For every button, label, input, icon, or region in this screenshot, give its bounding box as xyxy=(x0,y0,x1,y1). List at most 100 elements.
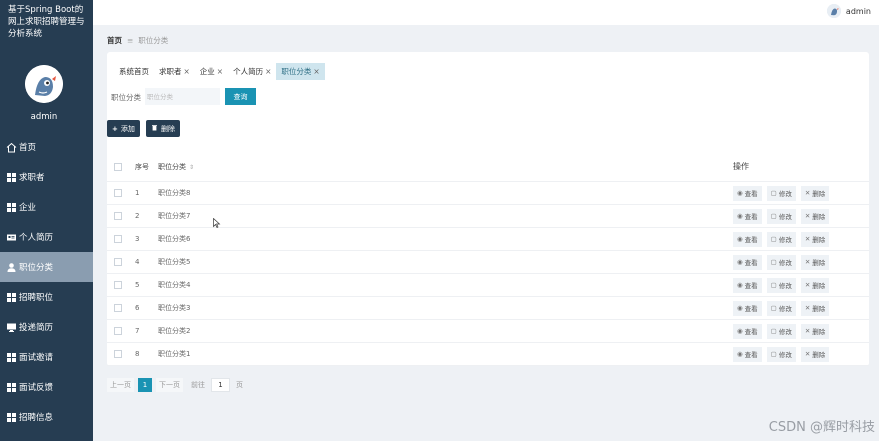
view-label: 查看 xyxy=(744,282,758,290)
grid-icon xyxy=(6,352,17,363)
delete-row-button[interactable]: ✕ 删除 xyxy=(800,323,830,339)
header-ops: 操作 xyxy=(733,162,749,171)
view-button[interactable]: ◉ 查看 xyxy=(733,346,762,362)
sidebar-item-companies[interactable]: 企业 xyxy=(0,192,93,222)
close-icon[interactable]: × xyxy=(265,67,271,76)
row-checkbox[interactable] xyxy=(114,304,122,312)
delete-row-button[interactable]: ✕ 删除 xyxy=(800,231,830,247)
view-button[interactable]: ◉ 查看 xyxy=(733,185,762,201)
tab-label: 职位分类 xyxy=(281,67,312,76)
edit-icon: ▢ xyxy=(770,350,777,358)
sidebar-menu: 首页 求职者 企业 个人简历 职位分类 招聘职位 投递简历 面试邀请 面试反馈 … xyxy=(0,132,93,432)
tab-label: 求职者 xyxy=(159,67,182,76)
sidebar-item-resumes[interactable]: 个人简历 xyxy=(0,222,93,252)
view-button[interactable]: ◉ 查看 xyxy=(733,277,762,293)
row-checkbox[interactable] xyxy=(114,327,122,335)
row-index: 5 xyxy=(135,281,140,289)
edit-icon: ▢ xyxy=(770,212,777,220)
edit-button[interactable]: ▢ 修改 xyxy=(766,300,796,316)
sidebar-item-recruit-info[interactable]: 招聘信息 xyxy=(0,402,93,432)
delete-row-button[interactable]: ✕ 删除 xyxy=(800,346,830,362)
view-label: 查看 xyxy=(744,236,758,244)
sidebar-item-interview-feedback[interactable]: 面试反馈 xyxy=(0,372,93,402)
main-panel: 系统首页 求职者 × 企业 × 个人简历 × 职位分类 × 职位分类 查询 + … xyxy=(107,52,869,366)
edit-label: 修改 xyxy=(778,328,792,336)
search-button[interactable]: 查询 xyxy=(225,88,256,105)
sidebar-item-home[interactable]: 首页 xyxy=(0,132,93,162)
grid-icon xyxy=(6,292,17,303)
header-index: 序号 xyxy=(135,162,149,171)
sort-icon[interactable]: ⇕ xyxy=(189,164,194,171)
header-user-menu[interactable]: admin xyxy=(826,4,871,18)
add-button[interactable]: + 添加 xyxy=(107,120,140,137)
row-checkbox[interactable] xyxy=(114,212,122,220)
delete-row-button[interactable]: ✕ 删除 xyxy=(800,300,830,316)
edit-button[interactable]: ▢ 修改 xyxy=(766,185,796,201)
sidebar-item-submitted-resumes[interactable]: 投递简历 xyxy=(0,312,93,342)
header-name[interactable]: 职位分类 ⇕ xyxy=(153,162,733,172)
row-name: 职位分类4 xyxy=(158,281,191,289)
view-button[interactable]: ◉ 查看 xyxy=(733,323,762,339)
edit-button[interactable]: ▢ 修改 xyxy=(766,208,796,224)
select-all-checkbox[interactable] xyxy=(114,162,122,171)
tab-label: 企业 xyxy=(199,67,215,76)
grid-icon xyxy=(6,412,17,423)
page-1-button[interactable]: 1 xyxy=(138,378,152,392)
row-checkbox[interactable] xyxy=(114,189,122,197)
tab-job-categories[interactable]: 职位分类 × xyxy=(276,63,325,80)
sidebar-item-interview-invites[interactable]: 面试邀请 xyxy=(0,342,93,372)
tab-job-seekers[interactable]: 求职者 × xyxy=(154,63,195,80)
view-label: 查看 xyxy=(744,190,758,198)
edit-button[interactable]: ▢ 修改 xyxy=(766,277,796,293)
delete-row-button[interactable]: ✕ 删除 xyxy=(800,185,830,201)
eye-icon: ◉ xyxy=(737,189,743,197)
edit-button[interactable]: ▢ 修改 xyxy=(766,323,796,339)
view-label: 查看 xyxy=(744,305,758,313)
view-label: 查看 xyxy=(744,328,758,336)
home-icon xyxy=(6,142,17,153)
row-checkbox[interactable] xyxy=(114,235,122,243)
search-input[interactable] xyxy=(145,88,220,105)
view-button[interactable]: ◉ 查看 xyxy=(733,231,762,247)
close-icon: ✕ xyxy=(804,350,811,358)
grid-icon xyxy=(6,172,17,183)
sidebar-item-label: 招聘信息 xyxy=(19,413,54,423)
edit-label: 修改 xyxy=(778,213,792,221)
tab-companies[interactable]: 企业 × xyxy=(195,63,228,80)
tab-system-home[interactable]: 系统首页 xyxy=(114,63,154,80)
goto-page-input[interactable] xyxy=(211,378,230,392)
next-page-button[interactable]: 下一页 xyxy=(156,378,183,392)
delete-row-button[interactable]: ✕ 删除 xyxy=(800,277,830,293)
avatar[interactable] xyxy=(25,65,63,103)
view-button[interactable]: ◉ 查看 xyxy=(733,208,762,224)
pagination: 上一页 1 下一页 前往 页 xyxy=(107,378,247,392)
edit-button[interactable]: ▢ 修改 xyxy=(766,231,796,247)
delete-button[interactable]: 删除 xyxy=(146,120,180,137)
prev-page-button[interactable]: 上一页 xyxy=(107,378,134,392)
view-button[interactable]: ◉ 查看 xyxy=(733,254,762,270)
table-header: 序号 职位分类 ⇕ 操作 xyxy=(107,152,869,182)
close-icon[interactable]: × xyxy=(217,67,223,76)
tab-resumes[interactable]: 个人简历 × xyxy=(228,63,276,80)
sidebar-item-job-categories[interactable]: 职位分类 xyxy=(0,252,93,282)
breadcrumb-home[interactable]: 首页 xyxy=(107,35,122,46)
close-icon[interactable]: × xyxy=(313,67,319,76)
sidebar-item-job-postings[interactable]: 招聘职位 xyxy=(0,282,93,312)
row-checkbox[interactable] xyxy=(114,281,122,289)
eye-icon: ◉ xyxy=(737,235,743,243)
sidebar-item-label: 首页 xyxy=(19,143,37,153)
close-icon[interactable]: × xyxy=(184,67,190,76)
row-checkbox[interactable] xyxy=(114,258,122,266)
eye-icon: ◉ xyxy=(737,350,743,358)
view-button[interactable]: ◉ 查看 xyxy=(733,300,762,316)
edit-button[interactable]: ▢ 修改 xyxy=(766,254,796,270)
delete-row-button[interactable]: ✕ 删除 xyxy=(800,208,830,224)
close-icon: ✕ xyxy=(804,212,811,220)
delete-row-button[interactable]: ✕ 删除 xyxy=(800,254,830,270)
row-index: 2 xyxy=(135,212,140,220)
edit-button[interactable]: ▢ 修改 xyxy=(766,346,796,362)
sidebar-item-label: 面试邀请 xyxy=(19,353,54,363)
tab-label: 系统首页 xyxy=(119,67,149,76)
row-checkbox[interactable] xyxy=(114,350,122,358)
sidebar-item-job-seekers[interactable]: 求职者 xyxy=(0,162,93,192)
